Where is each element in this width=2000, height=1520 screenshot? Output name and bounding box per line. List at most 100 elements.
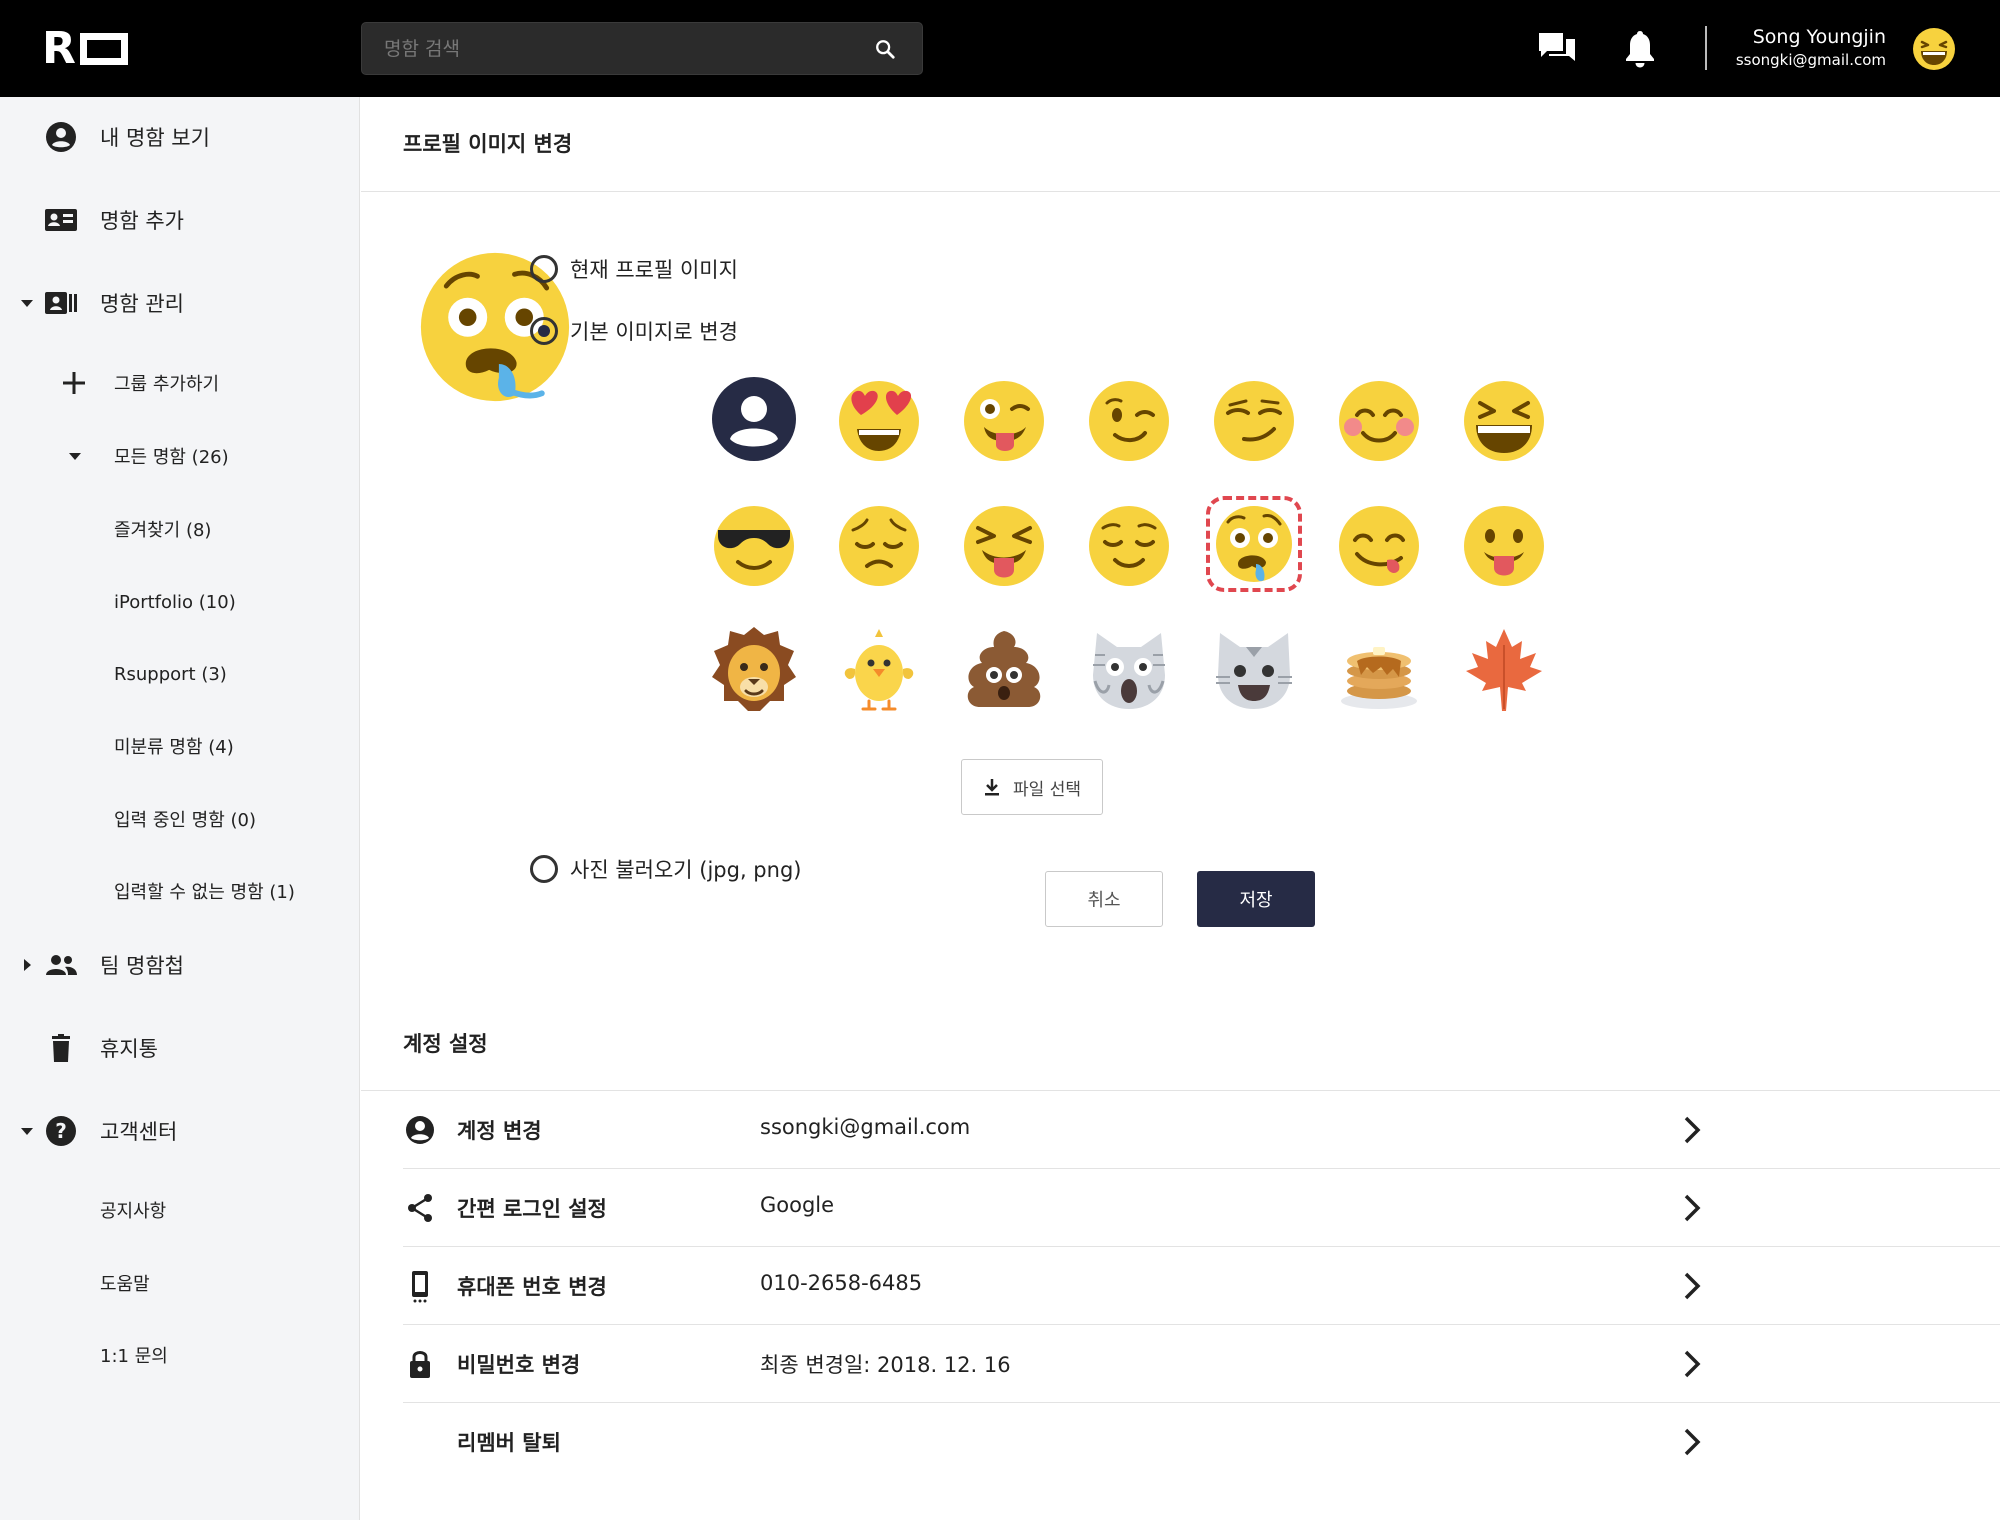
sidebar-label: 미분류 명함 (4) xyxy=(114,737,234,758)
radio-default[interactable] xyxy=(530,317,558,345)
chevron-right-icon[interactable] xyxy=(1677,1347,1707,1381)
emoji-sunglasses[interactable] xyxy=(710,500,798,588)
radio-upload[interactable] xyxy=(530,855,558,883)
radio-current-image-row[interactable]: 현재 프로필 이미지 xyxy=(530,254,738,284)
sidebar-item-help[interactable]: 도움말 xyxy=(0,1253,360,1313)
chevron-right-icon[interactable] xyxy=(1677,1425,1707,1459)
search-icon[interactable] xyxy=(874,38,896,60)
user-avatar[interactable] xyxy=(1912,27,1956,71)
bell-icon[interactable] xyxy=(1618,27,1662,71)
emoji-chick[interactable] xyxy=(835,625,923,713)
profile-header-divider xyxy=(361,191,2000,192)
sidebar-label: 모든 명함 (26) xyxy=(114,447,229,468)
chevron-right-icon[interactable] xyxy=(1677,1113,1707,1147)
file-select-button[interactable]: 파일 선택 xyxy=(961,759,1103,815)
sidebar-item-all-cards[interactable]: 모든 명함 (26) xyxy=(0,426,360,486)
profile-section-title: 프로필 이미지 변경 xyxy=(403,132,573,156)
user-email[interactable]: ssongki@gmail.com xyxy=(1736,51,1886,69)
radio-current-label: 현재 프로필 이미지 xyxy=(570,258,738,282)
emoji-drooling-face[interactable] xyxy=(1206,496,1302,592)
people-icon xyxy=(46,955,77,975)
sidebar-item-card-manage[interactable]: 명함 관리 xyxy=(0,273,360,333)
top-bar: R Song Youngjin ssongki@gmail.com xyxy=(0,0,2000,97)
app-logo[interactable]: R xyxy=(42,27,128,71)
account-section-title: 계정 설정 xyxy=(403,1032,488,1056)
chevron-right-icon[interactable] xyxy=(1677,1191,1707,1225)
emoji-relieved[interactable] xyxy=(1085,500,1173,588)
sidebar-item-add-group[interactable]: 그룹 추가하기 xyxy=(0,353,360,413)
caret-down-icon[interactable] xyxy=(68,449,82,463)
trash-icon xyxy=(52,1034,70,1062)
account-row-value: 010-2658-6485 xyxy=(760,1271,923,1295)
sidebar-item-add-card[interactable]: 명함 추가 xyxy=(0,190,360,250)
emoji-smirking[interactable] xyxy=(1210,375,1298,463)
sidebar-label: 휴지통 xyxy=(100,1037,158,1061)
account-row-label: 리멤버 탈퇴 xyxy=(457,1431,561,1455)
emoji-winking[interactable] xyxy=(1085,375,1173,463)
caret-down-icon[interactable] xyxy=(20,296,34,310)
caret-right-icon[interactable] xyxy=(20,958,34,972)
svg-text:?: ? xyxy=(55,1119,67,1143)
sidebar-item-unclassified[interactable]: 미분류 명함 (4) xyxy=(0,716,360,776)
radio-current[interactable] xyxy=(530,255,558,283)
emoji-tongue-out[interactable] xyxy=(1460,500,1548,588)
caret-down-icon[interactable] xyxy=(20,1124,34,1138)
emoji-heart-eyes[interactable] xyxy=(835,375,923,463)
user-name[interactable]: Song Youngjin xyxy=(1753,26,1886,48)
sidebar-item-trash[interactable]: 휴지통 xyxy=(0,1018,360,1078)
sidebar-label: 명함 관리 xyxy=(100,292,184,316)
emoji-grinning-squint[interactable] xyxy=(1460,375,1548,463)
radio-upload-label: 사진 불러오기 (jpg, png) xyxy=(570,858,802,882)
emoji-cat-smile[interactable] xyxy=(1210,625,1298,713)
emoji-lion[interactable] xyxy=(710,625,798,713)
sidebar-label: 고객센터 xyxy=(100,1120,178,1144)
sidebar-item-favorites[interactable]: 즐겨찾기 (8) xyxy=(0,499,360,559)
sidebar-item-iportfolio[interactable]: iPortfolio (10) xyxy=(0,572,360,632)
emoji-poop[interactable] xyxy=(960,625,1048,713)
emoji-pensive[interactable] xyxy=(835,500,923,588)
sidebar-item-unreadable[interactable]: 입력할 수 없는 명함 (1) xyxy=(0,861,360,921)
account-row-withdraw[interactable]: 리멤버 탈퇴 xyxy=(403,1403,2000,1481)
emoji-squinting-tongue[interactable] xyxy=(960,500,1048,588)
radio-upload-row[interactable]: 사진 불러오기 (jpg, png) xyxy=(530,854,801,884)
sidebar: 내 명함 보기 명함 추가 명함 관리 그룹 추가하기 모든 명함 (26) 즐… xyxy=(0,97,360,1520)
sidebar-label: 그룹 추가하기 xyxy=(114,374,220,395)
account-row-change-account[interactable]: 계정 변경 ssongki@gmail.com xyxy=(403,1091,2000,1169)
account-row-value: ssongki@gmail.com xyxy=(760,1115,971,1139)
account-circle-icon xyxy=(46,122,76,152)
chat-icon[interactable] xyxy=(1535,27,1579,71)
radio-default-image-row[interactable]: 기본 이미지로 변경 xyxy=(530,316,738,346)
save-button[interactable]: 저장 xyxy=(1197,871,1315,927)
account-row-phone[interactable]: 휴대폰 번호 변경 010-2658-6485 xyxy=(403,1247,2000,1325)
cancel-button[interactable]: 취소 xyxy=(1045,871,1163,927)
sidebar-item-support[interactable]: ? 고객센터 xyxy=(0,1101,360,1161)
sidebar-item-in-progress[interactable]: 입력 중인 명함 (0) xyxy=(0,789,360,849)
sidebar-item-team-cards[interactable]: 팀 명함첩 xyxy=(0,935,360,995)
file-select-label: 파일 선택 xyxy=(1013,779,1081,800)
sidebar-label: 공지사항 xyxy=(100,1201,167,1222)
account-row-label: 간편 로그인 설정 xyxy=(457,1197,607,1221)
sidebar-item-rsupport[interactable]: Rsupport (3) xyxy=(0,644,360,704)
account-row-password[interactable]: 비밀번호 변경 최종 변경일: 2018. 12. 16 xyxy=(403,1325,2000,1403)
search-input[interactable] xyxy=(362,23,922,74)
sidebar-label: 입력 중인 명함 (0) xyxy=(114,810,257,831)
chevron-right-icon[interactable] xyxy=(1677,1269,1707,1303)
sidebar-label: 도움말 xyxy=(100,1274,150,1295)
radio-default-label: 기본 이미지로 변경 xyxy=(570,320,738,344)
emoji-pancakes[interactable] xyxy=(1335,625,1423,713)
emoji-default-person[interactable] xyxy=(710,375,798,463)
account-circle-icon xyxy=(406,1116,434,1144)
download-icon xyxy=(985,779,1000,796)
account-row-simple-login[interactable]: 간편 로그인 설정 Google xyxy=(403,1169,2000,1247)
sidebar-item-my-card[interactable]: 내 명함 보기 xyxy=(0,107,360,167)
sidebar-item-notice[interactable]: 공지사항 xyxy=(0,1180,360,1240)
emoji-smiling-blush[interactable] xyxy=(1335,375,1423,463)
emoji-maple-leaf[interactable] xyxy=(1460,625,1548,713)
sidebar-item-inquiry[interactable]: 1:1 문의 xyxy=(0,1325,360,1385)
emoji-screaming-cat[interactable] xyxy=(1085,625,1173,713)
emoji-yum[interactable] xyxy=(1335,500,1423,588)
sidebar-label: Rsupport (3) xyxy=(114,663,227,685)
emoji-winking-tongue[interactable] xyxy=(960,375,1048,463)
sidebar-label: 1:1 문의 xyxy=(100,1346,168,1367)
sidebar-label: 팀 명함첩 xyxy=(100,954,184,978)
